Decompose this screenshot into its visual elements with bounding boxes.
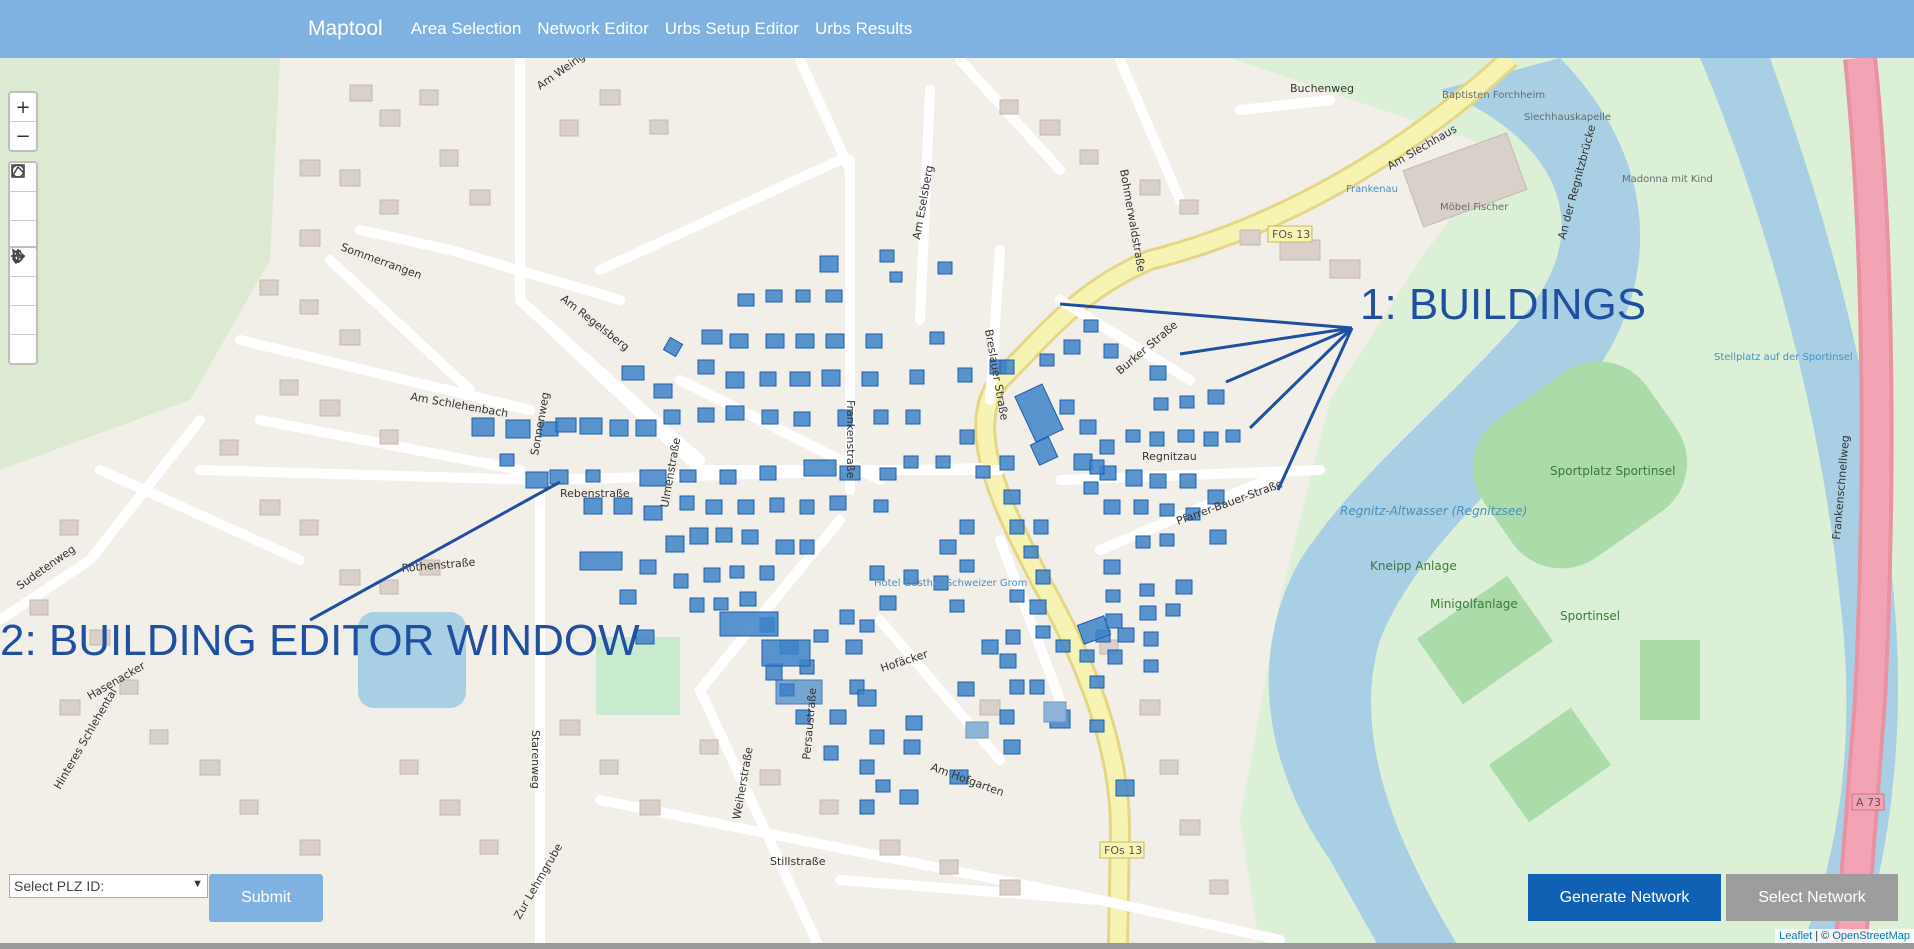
building-editor-annotation: 2: BUILDING EDITOR WINDOW <box>0 616 640 665</box>
submit-button[interactable]: Submit <box>209 874 323 922</box>
street-label: Frankenstraße <box>844 400 857 479</box>
street-label: Starenweg <box>529 730 542 789</box>
generate-network-button[interactable]: Generate Network <box>1528 874 1721 921</box>
place-label: Frankenau <box>1346 184 1398 195</box>
move-icon[interactable] <box>10 249 36 306</box>
map-svg: Am Weingartsteig Sommerrangen Am Regelsb… <box>0 58 1914 949</box>
zoom-out-icon[interactable]: − <box>10 122 36 150</box>
zoom-control: + − <box>8 91 38 152</box>
road-ref: FOs 13 <box>1104 844 1142 857</box>
place-label: Minigolfanlage <box>1430 597 1518 611</box>
rotate-icon[interactable] <box>10 250 36 363</box>
select-network-button[interactable]: Select Network <box>1726 874 1898 921</box>
nav-urbs-setup-editor[interactable]: Urbs Setup Editor <box>665 19 799 39</box>
attribution-separator: | © <box>1812 930 1833 942</box>
brand-link[interactable]: Maptool <box>308 17 383 41</box>
place-label: Hotel Gasthof Schweizer Grom <box>874 578 1027 589</box>
leaflet-link[interactable]: Leaflet <box>1779 930 1812 942</box>
place-label: Madonna mit Kind <box>1622 174 1713 185</box>
chevron-down-icon: ▼ <box>192 878 203 890</box>
place-label: Sportplatz Sportinsel <box>1550 464 1675 478</box>
street-label: Rebenstraße <box>560 487 630 500</box>
place-label: Kneipp Anlage <box>1370 559 1457 573</box>
place-label: Möbel Fischer <box>1440 202 1509 213</box>
place-label: Regnitz-Altwasser (Regnitzsee) <box>1340 504 1527 518</box>
road-ref: A 73 <box>1856 796 1881 809</box>
bottom-scrollbar[interactable] <box>0 943 1914 949</box>
street-label: Regnitzau <box>1142 450 1197 463</box>
buildings-annotation: 1: BUILDINGS <box>1360 280 1647 329</box>
nav-urbs-results[interactable]: Urbs Results <box>815 19 912 39</box>
place-label: Siechhauskapelle <box>1524 112 1611 123</box>
plz-id-select[interactable]: Select PLZ ID: ▼ <box>9 874 208 898</box>
street-label: Buchenweg <box>1290 82 1354 95</box>
zoom-in-icon[interactable]: + <box>10 93 36 122</box>
erase-icon[interactable] <box>10 249 36 335</box>
map-canvas[interactable]: Am Weingartsteig Sommerrangen Am Regelsb… <box>0 58 1914 949</box>
nav-area-selection[interactable]: Area Selection <box>411 19 522 39</box>
map-attribution: Leaflet | © OpenStreetMap <box>1775 929 1914 943</box>
circle-icon[interactable] <box>10 164 36 249</box>
draw-toolbar <box>8 161 38 251</box>
top-navbar: Maptool Area Selection Network Editor Ur… <box>0 0 1914 58</box>
place-label: Stellplatz auf der Sportinsel <box>1714 352 1853 363</box>
nav-network-editor[interactable]: Network Editor <box>537 19 648 39</box>
road-ref: FOs 13 <box>1272 228 1310 241</box>
place-label: Baptisten Forchheim <box>1442 90 1545 101</box>
polyline-icon[interactable] <box>10 165 36 221</box>
place-label: Sportinsel <box>1560 609 1620 623</box>
edit-toolbar <box>8 246 38 365</box>
osm-link[interactable]: OpenStreetMap <box>1832 930 1910 942</box>
plz-select-placeholder: Select PLZ ID: <box>14 878 105 894</box>
street-label: Stillstraße <box>770 855 826 868</box>
